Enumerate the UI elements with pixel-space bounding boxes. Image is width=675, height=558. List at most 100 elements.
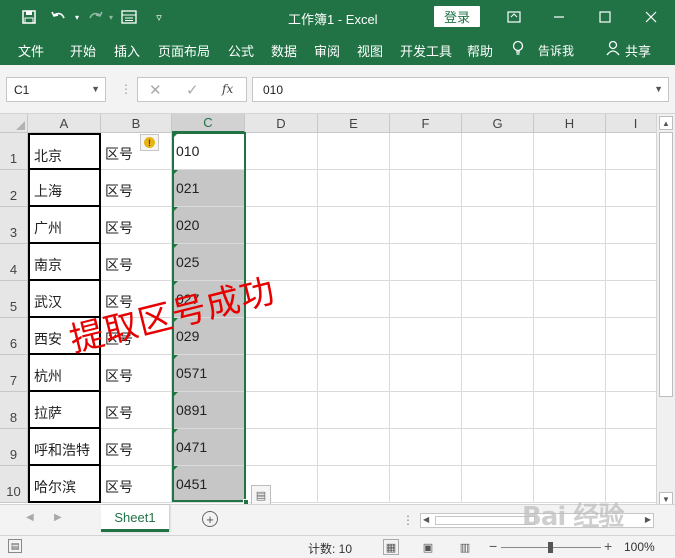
- row-header-9[interactable]: 9: [0, 429, 28, 466]
- cell-i5[interactable]: [606, 281, 656, 318]
- undo-icon[interactable]: [50, 8, 68, 26]
- sheet-tab-sheet1[interactable]: Sheet1: [101, 505, 169, 532]
- row-header-4[interactable]: 4: [0, 244, 28, 281]
- row-header-1[interactable]: 1: [0, 133, 28, 170]
- tab-formulas[interactable]: 公式: [228, 41, 254, 60]
- lightbulb-icon[interactable]: [511, 40, 525, 59]
- cell-f6[interactable]: [390, 318, 462, 355]
- cell-h5[interactable]: [534, 281, 606, 318]
- zoom-in-icon[interactable]: +: [604, 538, 612, 554]
- cell-i9[interactable]: [606, 429, 656, 466]
- cell-d1[interactable]: [245, 133, 318, 170]
- tab-insert[interactable]: 插入: [114, 41, 140, 60]
- cell-a8[interactable]: 拉萨: [28, 392, 101, 429]
- cell-e10[interactable]: [318, 466, 390, 503]
- cell-i8[interactable]: [606, 392, 656, 429]
- cell-c9[interactable]: 0471: [172, 429, 245, 466]
- scroll-right-icon[interactable]: ▶: [645, 515, 651, 524]
- person-icon[interactable]: [606, 40, 620, 59]
- worksheet-grid[interactable]: A B C D E F G H I 1 北京 区号 010 2 上海 区号 021 3 广州 区号 020 4 南京 区号 02…: [0, 114, 656, 504]
- tab-data[interactable]: 数据: [271, 41, 297, 60]
- cell-g6[interactable]: [462, 318, 534, 355]
- cell-i2[interactable]: [606, 170, 656, 207]
- cell-g8[interactable]: [462, 392, 534, 429]
- customize-icon[interactable]: ▿: [150, 8, 168, 26]
- chevron-down-icon[interactable]: ▼: [91, 84, 100, 94]
- cell-g9[interactable]: [462, 429, 534, 466]
- select-all-corner[interactable]: [0, 114, 28, 133]
- row-header-8[interactable]: 8: [0, 392, 28, 429]
- cell-a4[interactable]: 南京: [28, 244, 101, 281]
- prev-sheet-icon[interactable]: ◀: [26, 512, 34, 523]
- tab-home[interactable]: 开始: [70, 41, 96, 60]
- cell-g3[interactable]: [462, 207, 534, 244]
- hscroll-thumb[interactable]: [435, 516, 535, 525]
- cell-b9[interactable]: 区号: [101, 429, 172, 466]
- normal-view-icon[interactable]: ▦: [383, 539, 399, 555]
- cell-b1[interactable]: 区号: [101, 133, 172, 170]
- name-box[interactable]: C1 ▼: [6, 77, 106, 102]
- error-warning-icon[interactable]: !: [140, 134, 159, 151]
- scroll-left-icon[interactable]: ◀: [423, 515, 429, 524]
- share-button[interactable]: 共享: [625, 41, 651, 60]
- cell-g4[interactable]: [462, 244, 534, 281]
- cell-h4[interactable]: [534, 244, 606, 281]
- page-layout-view-icon[interactable]: ▣: [420, 539, 436, 555]
- cell-i4[interactable]: [606, 244, 656, 281]
- ribbon-display-icon[interactable]: [505, 8, 523, 26]
- redo-dropdown-icon[interactable]: ▾: [102, 8, 120, 26]
- cell-h9[interactable]: [534, 429, 606, 466]
- cell-b8[interactable]: 区号: [101, 392, 172, 429]
- scroll-thumb[interactable]: [659, 132, 673, 397]
- macro-record-icon[interactable]: ▤: [8, 539, 22, 553]
- row-header-5[interactable]: 5: [0, 281, 28, 318]
- cell-f1[interactable]: [390, 133, 462, 170]
- tell-me-search[interactable]: 告诉我: [538, 42, 574, 59]
- cell-e2[interactable]: [318, 170, 390, 207]
- cell-b10[interactable]: 区号: [101, 466, 172, 503]
- cell-e3[interactable]: [318, 207, 390, 244]
- cell-c8[interactable]: 0891: [172, 392, 245, 429]
- tab-help[interactable]: 帮助: [467, 41, 493, 60]
- cell-c7[interactable]: 0571: [172, 355, 245, 392]
- cell-e5[interactable]: [318, 281, 390, 318]
- add-sheet-icon[interactable]: +: [202, 511, 218, 527]
- cell-h8[interactable]: [534, 392, 606, 429]
- cell-b2[interactable]: 区号: [101, 170, 172, 207]
- cell-c2[interactable]: 021: [172, 170, 245, 207]
- save-icon[interactable]: [20, 8, 38, 26]
- cell-d3[interactable]: [245, 207, 318, 244]
- splitter-dots-icon[interactable]: ⋮: [120, 82, 132, 96]
- cell-h2[interactable]: [534, 170, 606, 207]
- cell-a3[interactable]: 广州: [28, 207, 101, 244]
- cancel-icon[interactable]: ✕: [149, 81, 162, 99]
- cell-e4[interactable]: [318, 244, 390, 281]
- row-header-3[interactable]: 3: [0, 207, 28, 244]
- cell-a2[interactable]: 上海: [28, 170, 101, 207]
- row-header-2[interactable]: 2: [0, 170, 28, 207]
- column-header-a[interactable]: A: [28, 114, 101, 133]
- page-break-view-icon[interactable]: ▥: [457, 539, 473, 555]
- cell-d6[interactable]: [245, 318, 318, 355]
- cell-b3[interactable]: 区号: [101, 207, 172, 244]
- cell-b7[interactable]: 区号: [101, 355, 172, 392]
- formula-input[interactable]: 010 ▼: [252, 77, 669, 102]
- cell-f4[interactable]: [390, 244, 462, 281]
- zoom-out-icon[interactable]: −: [489, 538, 497, 554]
- cell-d8[interactable]: [245, 392, 318, 429]
- cell-h6[interactable]: [534, 318, 606, 355]
- column-header-d[interactable]: D: [245, 114, 318, 133]
- cell-f5[interactable]: [390, 281, 462, 318]
- column-header-e[interactable]: E: [318, 114, 390, 133]
- zoom-thumb[interactable]: [548, 542, 553, 553]
- cell-i7[interactable]: [606, 355, 656, 392]
- cell-h3[interactable]: [534, 207, 606, 244]
- cell-g5[interactable]: [462, 281, 534, 318]
- scroll-up-icon[interactable]: ▲: [659, 116, 673, 130]
- cell-h7[interactable]: [534, 355, 606, 392]
- cell-b4[interactable]: 区号: [101, 244, 172, 281]
- maximize-icon[interactable]: [596, 8, 614, 26]
- column-header-b[interactable]: B: [101, 114, 172, 133]
- tab-view[interactable]: 视图: [357, 41, 383, 60]
- next-sheet-icon[interactable]: ▶: [54, 512, 62, 523]
